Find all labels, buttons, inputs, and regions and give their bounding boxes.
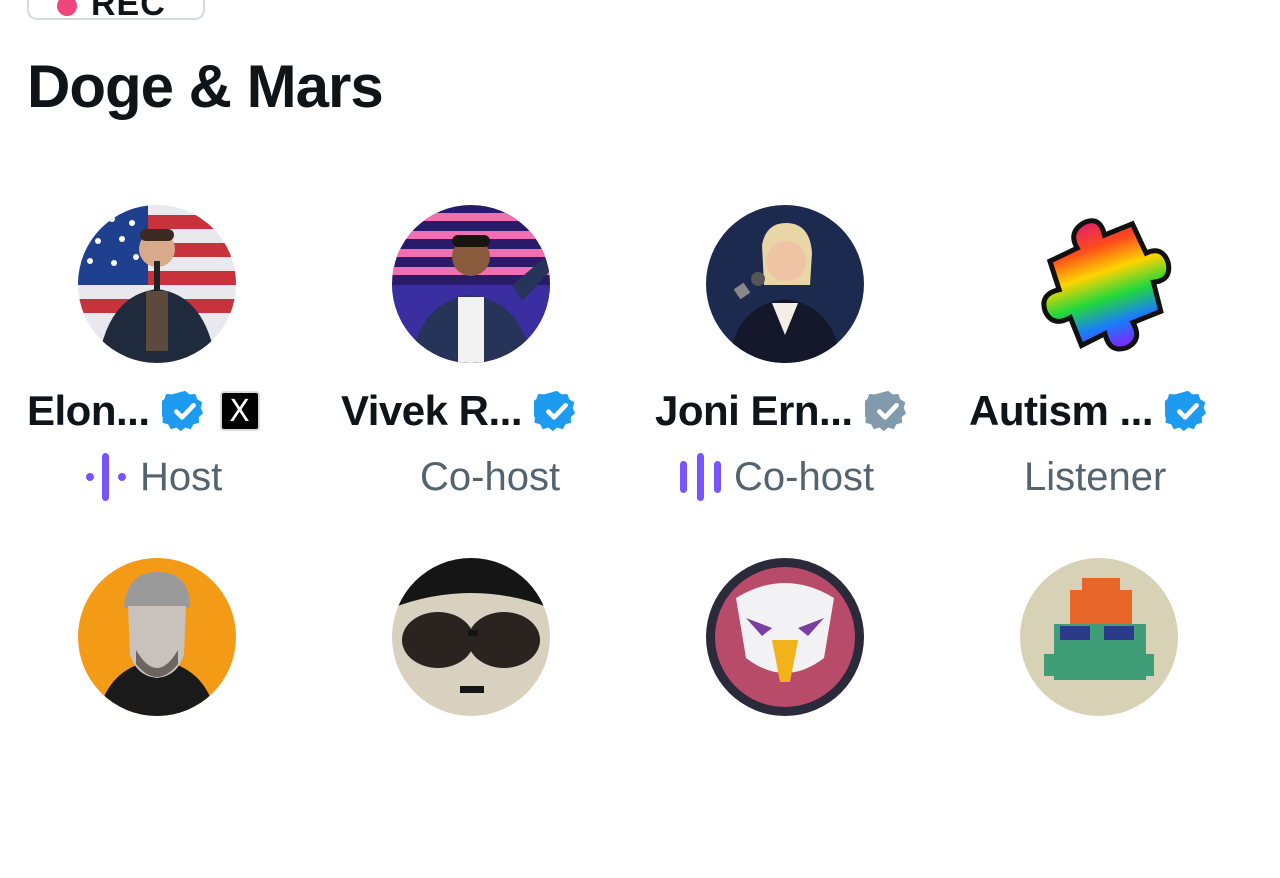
- participant-card[interactable]: Autism ... Listener: [956, 205, 1256, 525]
- space-title: Doge & Mars: [27, 53, 384, 120]
- participant-name: Joni Ern...: [655, 387, 853, 434]
- participant-card[interactable]: Vivek R... Co-host: [328, 205, 628, 525]
- name-row: Elon... X: [27, 383, 260, 439]
- participant-role: Host: [140, 454, 223, 499]
- participant-name: Elon...: [27, 387, 150, 434]
- verified-badge-icon: [1165, 388, 1211, 434]
- avatar[interactable]: [392, 558, 550, 716]
- recording-label: REC: [91, 0, 166, 23]
- verified-badge-icon: [534, 388, 580, 434]
- avatar[interactable]: [1020, 558, 1178, 716]
- role-row: Co-host: [420, 449, 560, 505]
- name-row: Joni Ern...: [655, 383, 911, 439]
- participant-role: Listener: [1024, 454, 1167, 499]
- participant-name: Vivek R...: [341, 387, 523, 434]
- recording-badge: REC: [27, 0, 205, 23]
- avatar[interactable]: [706, 205, 864, 363]
- name-row: Vivek R...: [341, 383, 580, 439]
- avatar[interactable]: [392, 205, 550, 363]
- role-row: Listener: [1024, 449, 1166, 505]
- speaking-waveform-icon: [84, 451, 130, 503]
- participant-role: Co-host: [420, 454, 561, 499]
- verified-badge-icon: [161, 388, 208, 434]
- recording-dot-icon: [57, 0, 77, 16]
- avatar[interactable]: [706, 558, 864, 716]
- participant-card[interactable]: [14, 558, 314, 878]
- participant-card[interactable]: [642, 558, 942, 878]
- participant-card[interactable]: Elon... X Host: [14, 205, 314, 525]
- avatar[interactable]: [1020, 205, 1178, 363]
- verified-badge-icon: [864, 388, 911, 434]
- avatar[interactable]: [78, 205, 236, 363]
- name-row: Autism ...: [969, 383, 1211, 439]
- speaking-waveform-icon: [678, 451, 724, 503]
- avatar[interactable]: [78, 558, 236, 716]
- role-row: Co-host: [678, 449, 874, 505]
- participant-name: Autism ...: [969, 387, 1154, 434]
- participant-card[interactable]: [956, 558, 1256, 878]
- x-logo-icon: X: [219, 391, 260, 431]
- role-row: Host: [84, 449, 222, 505]
- participant-card[interactable]: Joni Ern... Co-host: [642, 205, 942, 525]
- participant-role: Co-host: [734, 454, 875, 499]
- participant-card[interactable]: [328, 558, 628, 878]
